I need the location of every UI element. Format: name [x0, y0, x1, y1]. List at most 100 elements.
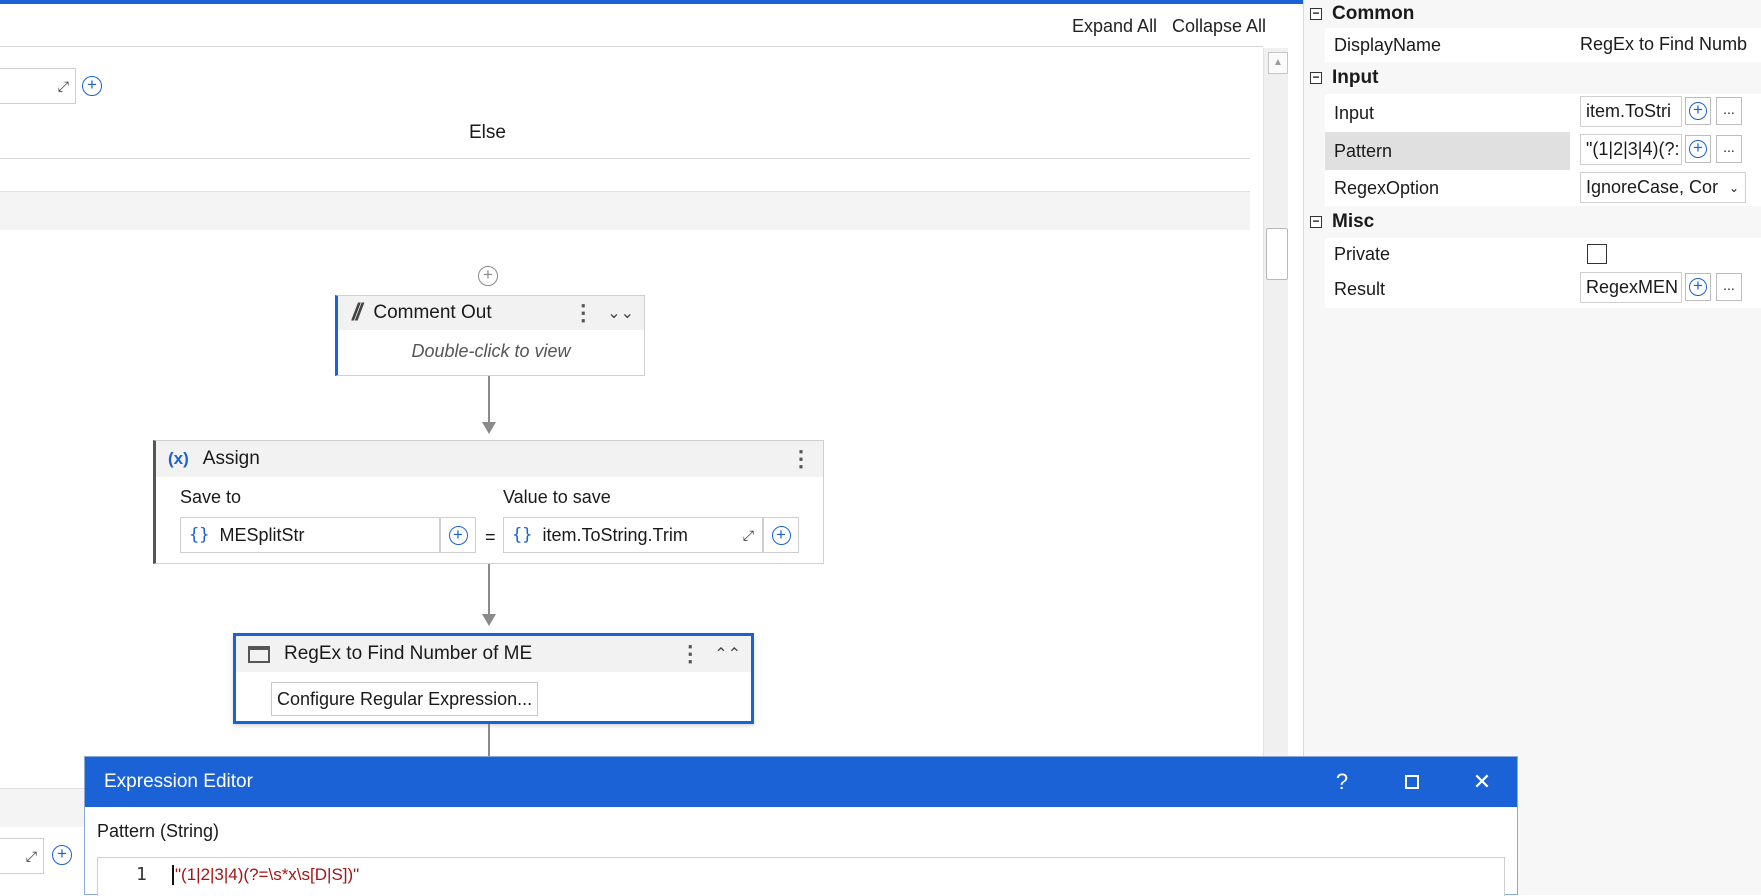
toolbar-divider: [0, 46, 1263, 47]
add-activity-icon[interactable]: +: [478, 266, 498, 286]
expression-editor-dialog[interactable]: Expression Editor ? ✕ Pattern (String) 1…: [84, 756, 1518, 896]
scrollbar-thumb[interactable]: [1266, 228, 1288, 280]
collapse-all-link[interactable]: Collapse All: [1172, 16, 1266, 37]
input-ellipsis-button[interactable]: ...: [1716, 97, 1742, 125]
add-icon: +: [1689, 139, 1707, 158]
help-button[interactable]: ?: [1307, 769, 1377, 795]
comment-out-icon: //: [352, 299, 362, 326]
pattern-field-label: Pattern (String): [97, 821, 220, 841]
result-value-field[interactable]: RegexMEN: [1580, 272, 1682, 303]
assign-activity[interactable]: (x) Assign ⋮ Save to Value to save {} ME…: [153, 440, 824, 564]
expression-editor-title: Expression Editor: [104, 771, 253, 792]
maximize-icon[interactable]: [1377, 769, 1447, 795]
activity-menu-icon[interactable]: ⋮: [679, 641, 701, 667]
value-to-save-label: Value to save: [503, 487, 611, 507]
line-number: 1: [136, 864, 147, 885]
sequence-footer-band: [0, 788, 84, 827]
activity-menu-icon[interactable]: ⋮: [572, 300, 594, 326]
connector-arrow: [482, 422, 496, 434]
add-icon: +: [448, 525, 468, 545]
collapse-icon[interactable]: −: [1310, 71, 1322, 84]
save-to-add-button[interactable]: +: [440, 517, 476, 553]
input-add-button[interactable]: +: [1685, 97, 1711, 125]
expand-all-link[interactable]: Expand All: [1072, 16, 1157, 37]
comment-out-activity[interactable]: // Comment Out ⋮ ⌄⌄ Double-click to view: [335, 295, 645, 376]
regex-activity-title: RegEx to Find Number of ME: [284, 643, 533, 664]
variable-icon: (x): [168, 449, 189, 468]
configure-regex-button[interactable]: Configure Regular Expression...: [271, 682, 539, 716]
activity-menu-icon[interactable]: ⋮: [790, 446, 812, 472]
category-misc-label: Misc: [1332, 211, 1375, 232]
add-icon: +: [1689, 277, 1707, 296]
condition-field[interactable]: ⤢: [0, 68, 76, 104]
display-name-value[interactable]: RegEx to Find Numb: [1580, 34, 1761, 55]
add-argument-icon[interactable]: +: [82, 76, 102, 96]
branch-divider: [0, 158, 1250, 159]
result-label: Result: [1334, 278, 1386, 299]
collapse-icon[interactable]: −: [1310, 215, 1322, 228]
regex-activity[interactable]: RegEx to Find Number of ME ⋮ ⌃⌃ Configur…: [233, 633, 754, 724]
chevron-down-icon: ⌄: [1725, 180, 1739, 195]
expression-editor-titlebar[interactable]: Expression Editor ? ✕: [85, 757, 1517, 807]
code-line[interactable]: "(1|2|3|4)(?=\s*x\s[D|S])": [172, 865, 359, 885]
expression-icon: {}: [189, 525, 210, 545]
pattern-label: Pattern: [1325, 132, 1570, 170]
result-value: RegexMEN: [1586, 277, 1679, 297]
category-misc[interactable]: − Misc: [1304, 206, 1761, 238]
expand-chevron-icon[interactable]: ⌄⌄: [607, 303, 634, 323]
save-to-value: MESplitStr: [219, 524, 305, 545]
save-to-label: Save to: [180, 487, 242, 507]
result-add-button[interactable]: +: [1685, 273, 1711, 301]
value-to-save-field[interactable]: {} item.ToString.Trim ⤢: [503, 517, 763, 553]
input-value-field[interactable]: item.ToStri: [1580, 96, 1682, 127]
prop-result[interactable]: Result RegexMEN + ...: [1325, 270, 1761, 308]
value-add-button[interactable]: +: [763, 517, 799, 553]
prop-display-name[interactable]: DisplayName RegEx to Find Numb: [1325, 28, 1761, 62]
prop-input[interactable]: Input item.ToStri + ...: [1325, 94, 1761, 132]
category-input-label: Input: [1332, 67, 1379, 88]
else-branch-label: Else: [469, 122, 506, 143]
expression-code-editor[interactable]: 1 "(1|2|3|4)(?=\s*x\s[D|S])": [97, 857, 1505, 896]
connector-line: [488, 724, 490, 758]
pattern-ellipsis-button[interactable]: ...: [1716, 135, 1742, 163]
expand-field-icon[interactable]: ⤢: [58, 78, 69, 95]
expression-icon: {}: [512, 525, 533, 545]
add-argument-icon[interactable]: +: [52, 845, 72, 865]
input-label: Input: [1334, 102, 1375, 123]
equals-sign: =: [485, 527, 496, 547]
collapse-icon[interactable]: −: [1310, 7, 1322, 20]
private-checkbox[interactable]: [1587, 244, 1607, 264]
pattern-add-button[interactable]: +: [1685, 135, 1711, 163]
connector-line: [488, 376, 490, 424]
category-common-label: Common: [1332, 3, 1415, 24]
pattern-value: "(1|2|3|4)(?:: [1586, 139, 1680, 159]
prop-private[interactable]: Private: [1325, 238, 1761, 270]
designer-top-accent: [0, 0, 1303, 4]
assign-title: Assign: [202, 448, 260, 469]
regex-option-value: IgnoreCase, Cor: [1586, 177, 1719, 197]
matches-activity-icon: [248, 645, 270, 663]
input-value: item.ToStri: [1586, 101, 1672, 121]
close-icon[interactable]: ✕: [1447, 769, 1517, 795]
value-to-save-value: item.ToString.Trim: [542, 524, 688, 545]
result-ellipsis-button[interactable]: ...: [1716, 273, 1742, 301]
regex-option-label: RegexOption: [1334, 177, 1440, 198]
collapse-chevron-icon[interactable]: ⌃⌃: [714, 644, 741, 664]
expand-field-icon[interactable]: ⤢: [26, 848, 37, 865]
prop-regex-option[interactable]: RegexOption IgnoreCase, Cor ⌄: [1325, 170, 1761, 206]
expand-field-icon[interactable]: ⤢: [743, 527, 754, 544]
comment-out-title: Comment Out: [373, 302, 492, 323]
scroll-up-arrow-icon[interactable]: ▲: [1268, 52, 1288, 74]
connector-line: [488, 564, 490, 616]
prop-pattern[interactable]: Pattern "(1|2|3|4)(?: + ...: [1325, 132, 1761, 170]
private-label: Private: [1334, 243, 1391, 264]
category-common[interactable]: − Common: [1304, 0, 1761, 28]
regex-option-dropdown[interactable]: IgnoreCase, Cor ⌄: [1580, 172, 1746, 203]
pattern-value-field[interactable]: "(1|2|3|4)(?:: [1580, 134, 1682, 165]
sequence-header-band: [0, 191, 1250, 230]
save-to-field[interactable]: {} MESplitStr: [180, 517, 440, 553]
add-icon: +: [771, 525, 791, 545]
connector-arrow: [482, 614, 496, 626]
category-input[interactable]: − Input: [1304, 62, 1761, 94]
bottom-condition-field[interactable]: ⤢: [0, 838, 44, 874]
